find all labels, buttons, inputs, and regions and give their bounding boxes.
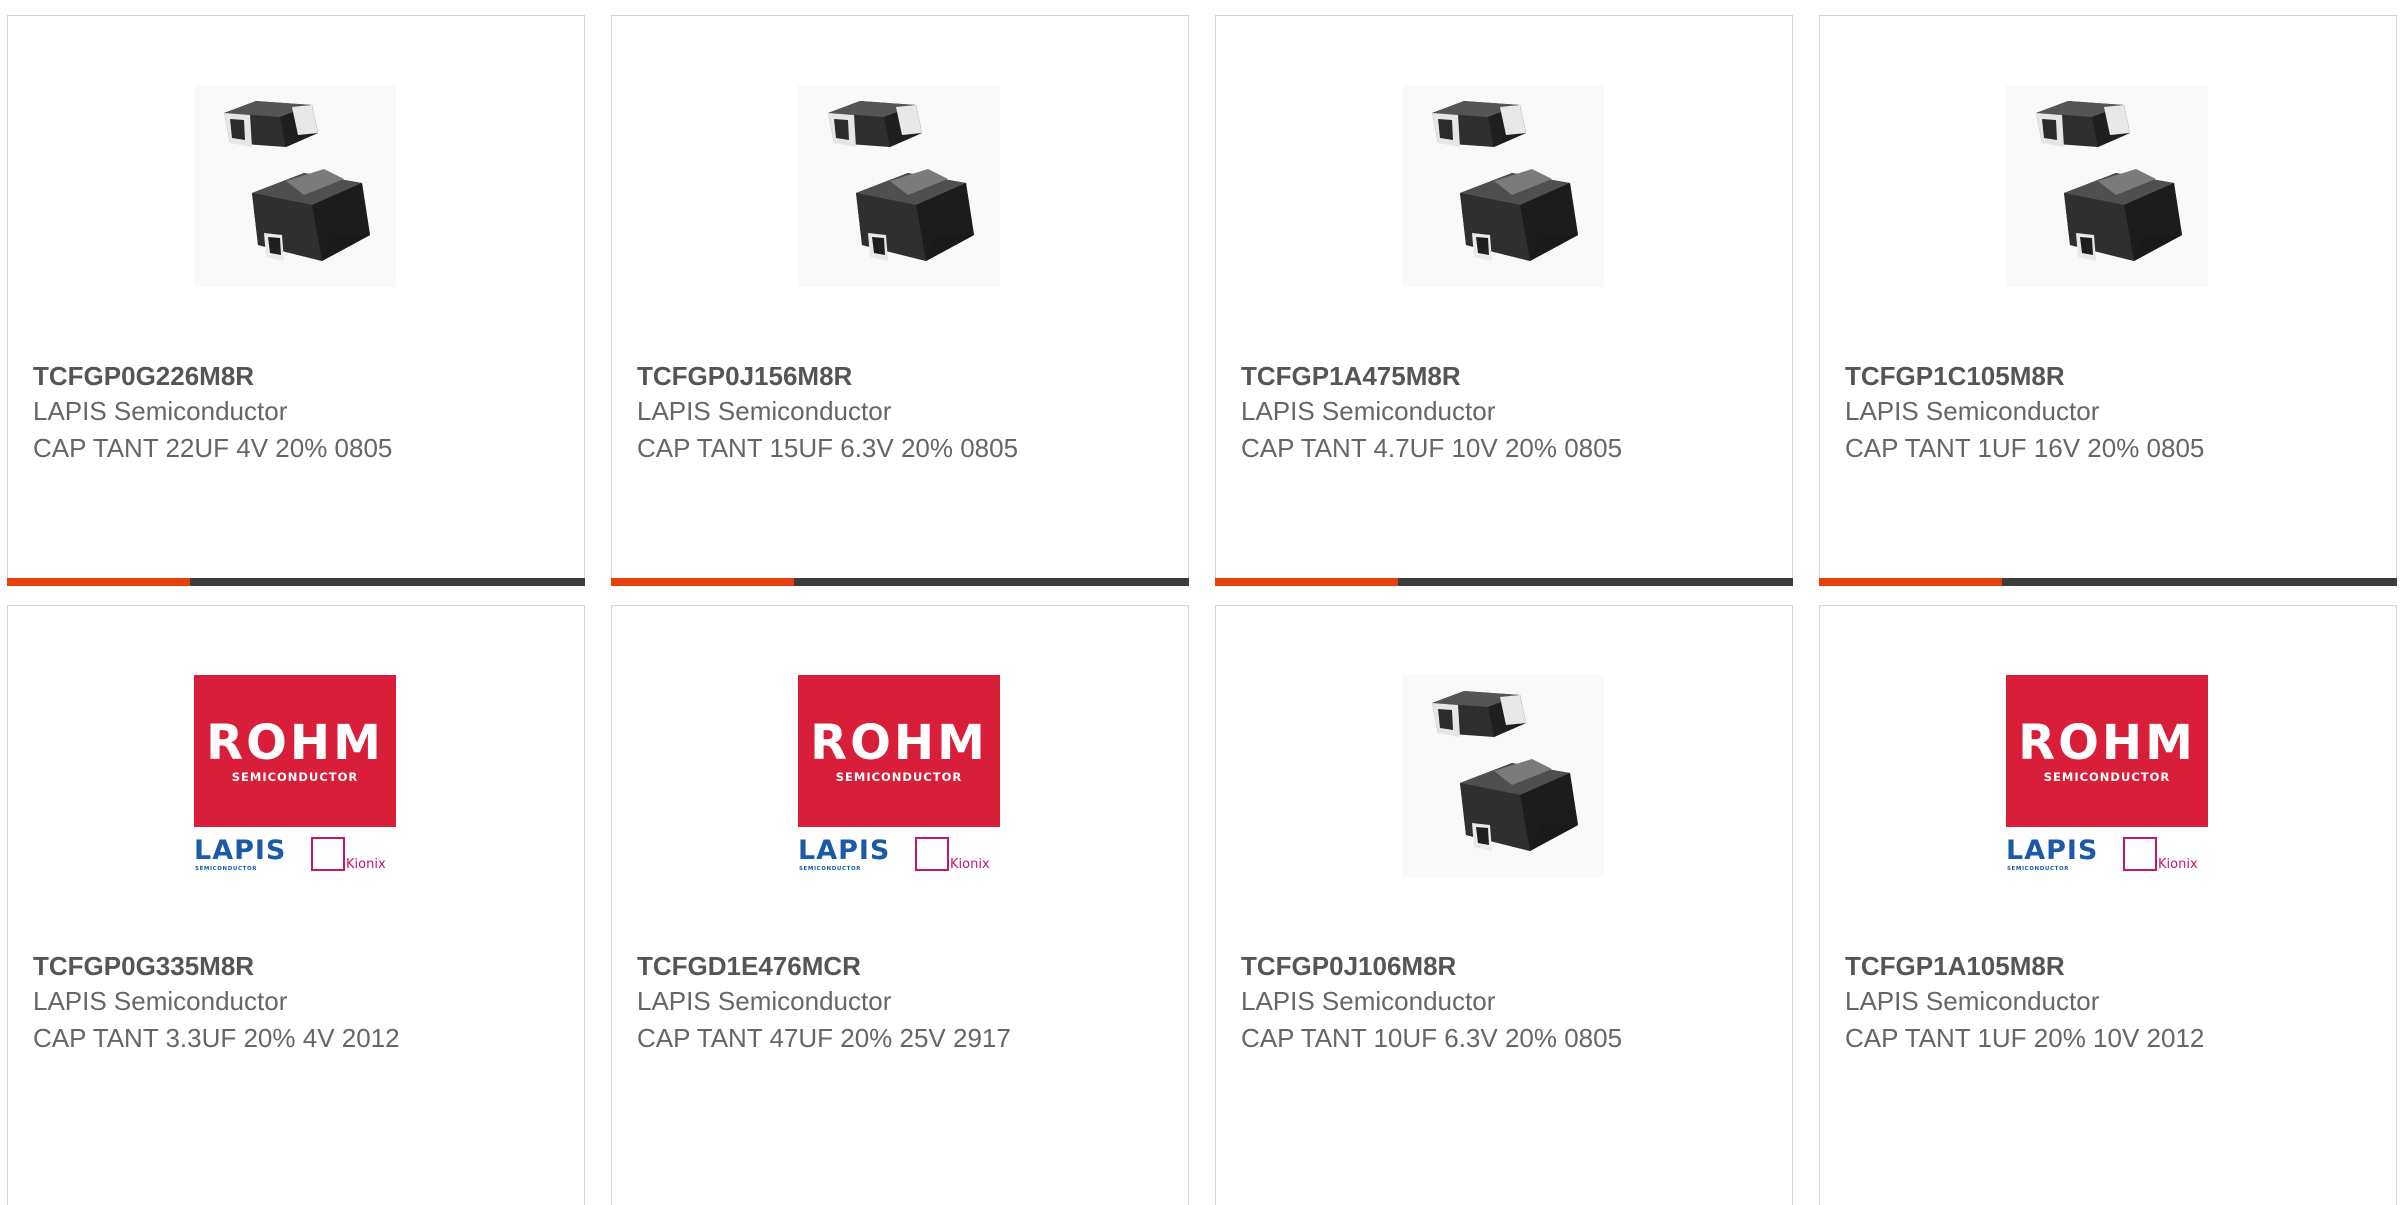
product-image[interactable]: ROHM SEMICONDUCTOR LAPIS SEMICONDUCTOR K… [798,675,1000,877]
kionix-mark-icon [311,837,345,871]
lapis-logo-subtext: SEMICONDUCTOR [2007,866,2070,872]
card-bottom-bar [7,578,585,586]
product-description: CAP TANT 3.3UF 20% 4V 2012 [33,1023,400,1053]
kionix-logo-text: Kionix [2158,857,2198,872]
kionix-logo: Kionix [2123,835,2208,877]
product-description: CAP TANT 47UF 20% 25V 2917 [637,1023,1011,1053]
rohm-logo: ROHM SEMICONDUCTOR [798,675,1000,827]
product-image[interactable]: ROHM SEMICONDUCTOR LAPIS SEMICONDUCTOR K… [194,675,396,877]
card-accent-bar [1215,578,1398,586]
rohm-lapis-logo: ROHM SEMICONDUCTOR LAPIS SEMICONDUCTOR K… [194,675,396,877]
kionix-logo-text: Kionix [950,857,990,872]
product-image[interactable] [2006,85,2208,287]
part-number-link[interactable]: TCFGP1A475M8R [1241,359,1772,393]
product-card[interactable]: TCFGP0J106M8R LAPIS Semiconductor CAP TA… [1215,605,1793,1205]
tantalum-capacitor-image [1402,675,1604,877]
rohm-logo-subtext: SEMICONDUCTOR [835,770,963,784]
lapis-logo-text: LAPIS [194,835,287,866]
tantalum-capacitor-image [798,85,1000,287]
part-number-link[interactable]: TCFGP1C105M8R [1845,359,2376,393]
kionix-mark-icon [915,837,949,871]
product-image[interactable] [798,85,1000,287]
part-number-link[interactable]: TCFGP1A105M8R [1845,949,2376,983]
kionix-logo: Kionix [915,835,1000,877]
rohm-logo-subtext: SEMICONDUCTOR [2043,770,2171,784]
tantalum-capacitor-image [2006,85,2208,287]
product-card[interactable]: TCFGP0J156M8R LAPIS Semiconductor CAP TA… [611,15,1189,586]
rohm-logo-text: ROHM [810,715,988,771]
product-description: CAP TANT 1UF 16V 20% 0805 [1845,433,2205,463]
product-card[interactable]: TCFGP1A475M8R LAPIS Semiconductor CAP TA… [1215,15,1793,586]
manufacturer: LAPIS Semiconductor [33,396,288,426]
lapis-logo-subtext: SEMICONDUCTOR [195,866,258,872]
card-accent-bar [7,578,190,586]
product-description: CAP TANT 22UF 4V 20% 0805 [33,433,393,463]
card-bottom-bar [611,578,1189,586]
rohm-logo: ROHM SEMICONDUCTOR [194,675,396,827]
product-card[interactable]: TCFGP1C105M8R LAPIS Semiconductor CAP TA… [1819,15,2397,586]
product-image[interactable] [1402,85,1604,287]
product-image[interactable] [194,85,396,287]
rohm-lapis-logo: ROHM SEMICONDUCTOR LAPIS SEMICONDUCTOR K… [798,675,1000,877]
product-image[interactable]: ROHM SEMICONDUCTOR LAPIS SEMICONDUCTOR K… [2006,675,2208,877]
product-description: CAP TANT 15UF 6.3V 20% 0805 [637,433,1019,463]
kionix-mark-icon [2123,837,2157,871]
part-number-link[interactable]: TCFGP0G226M8R [33,359,564,393]
manufacturer: LAPIS Semiconductor [1845,986,2100,1016]
card-accent-bar [611,578,794,586]
product-card[interactable]: ROHM SEMICONDUCTOR LAPIS SEMICONDUCTOR K… [1819,605,2397,1205]
lapis-logo: LAPIS SEMICONDUCTOR [2006,835,2106,877]
tantalum-capacitor-image [1402,85,1604,287]
rohm-lapis-logo: ROHM SEMICONDUCTOR LAPIS SEMICONDUCTOR K… [2006,675,2208,877]
card-bottom-bar [1215,578,1793,586]
kionix-logo: Kionix [311,835,396,877]
part-number-link[interactable]: TCFGP0J156M8R [637,359,1168,393]
lapis-logo: LAPIS SEMICONDUCTOR [194,835,294,877]
product-image[interactable] [1402,675,1604,877]
kionix-logo-text: Kionix [346,857,386,872]
tantalum-capacitor-image [194,85,396,287]
manufacturer: LAPIS Semiconductor [637,396,892,426]
product-description: CAP TANT 10UF 6.3V 20% 0805 [1241,1023,1623,1053]
lapis-logo-text: LAPIS [2006,835,2099,866]
product-grid: TCFGP0G226M8R LAPIS Semiconductor CAP TA… [0,0,2400,1205]
manufacturer: LAPIS Semiconductor [1241,396,1496,426]
part-number-link[interactable]: TCFGD1E476MCR [637,949,1168,983]
manufacturer: LAPIS Semiconductor [1241,986,1496,1016]
product-card[interactable]: ROHM SEMICONDUCTOR LAPIS SEMICONDUCTOR K… [7,605,585,1205]
part-number-link[interactable]: TCFGP0J106M8R [1241,949,1772,983]
rohm-logo-text: ROHM [2018,715,2196,771]
rohm-logo-subtext: SEMICONDUCTOR [231,770,359,784]
product-description: CAP TANT 1UF 20% 10V 2012 [1845,1023,2205,1053]
lapis-logo-subtext: SEMICONDUCTOR [799,866,862,872]
manufacturer: LAPIS Semiconductor [33,986,288,1016]
rohm-logo: ROHM SEMICONDUCTOR [2006,675,2208,827]
card-bottom-bar [1819,578,2397,586]
card-accent-bar [1819,578,2002,586]
product-card[interactable]: ROHM SEMICONDUCTOR LAPIS SEMICONDUCTOR K… [611,605,1189,1205]
product-card[interactable]: TCFGP0G226M8R LAPIS Semiconductor CAP TA… [7,15,585,586]
manufacturer: LAPIS Semiconductor [637,986,892,1016]
product-description: CAP TANT 4.7UF 10V 20% 0805 [1241,433,1623,463]
part-number-link[interactable]: TCFGP0G335M8R [33,949,564,983]
lapis-logo: LAPIS SEMICONDUCTOR [798,835,898,877]
rohm-logo-text: ROHM [206,715,384,771]
manufacturer: LAPIS Semiconductor [1845,396,2100,426]
lapis-logo-text: LAPIS [798,835,891,866]
